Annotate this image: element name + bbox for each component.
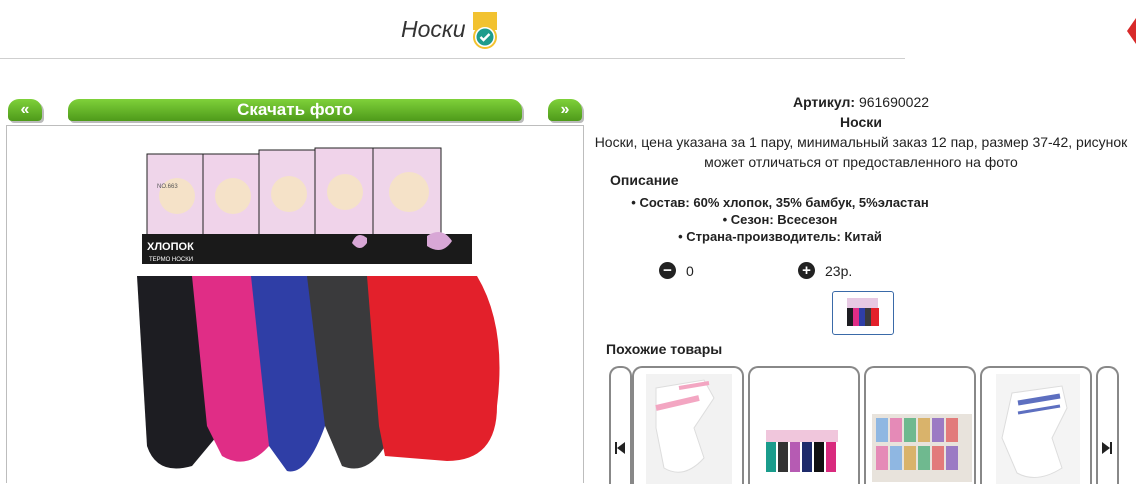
plus-icon[interactable]: + bbox=[798, 262, 815, 279]
quantity-stepper: − 0 bbox=[659, 262, 694, 279]
product-name: Носки bbox=[840, 114, 882, 130]
verified-badge-icon bbox=[473, 12, 497, 49]
photo-thumbnail[interactable] bbox=[832, 291, 894, 335]
feature-composition: Состав: 60% хлопок, 35% бамбук, 5%эласта… bbox=[610, 194, 950, 211]
carousel-prev-button[interactable] bbox=[609, 366, 632, 484]
similar-item-image bbox=[764, 428, 850, 480]
prev-photo-button[interactable]: « bbox=[8, 99, 42, 121]
similar-item-image bbox=[996, 374, 1080, 484]
page-title: Носки bbox=[401, 16, 466, 42]
similar-item-card[interactable] bbox=[980, 366, 1092, 484]
next-photo-button[interactable]: » bbox=[548, 99, 582, 121]
feature-list: Состав: 60% хлопок, 35% бамбук, 5%эласта… bbox=[610, 194, 950, 245]
thumbnail-image bbox=[847, 298, 879, 326]
feature-season: Сезон: Всесезон bbox=[610, 211, 950, 228]
similar-item-card[interactable] bbox=[864, 366, 976, 484]
similar-item-image bbox=[646, 374, 732, 484]
article-row: Артикул: 961690022 bbox=[586, 92, 1136, 112]
article-label: Артикул: bbox=[792, 94, 856, 110]
price-block: + 23р. bbox=[798, 262, 852, 279]
similar-item-card[interactable] bbox=[632, 366, 744, 484]
product-description: Носки, цена указана за 1 пару, минимальн… bbox=[594, 134, 1128, 170]
similar-item-card[interactable] bbox=[748, 366, 860, 484]
product-photo[interactable]: ХЛОПОК ТЕРМО НОСКИ 37-42 NO.663 bbox=[6, 125, 584, 483]
download-photo-button[interactable]: Скачать фото bbox=[68, 99, 522, 121]
skip-left-icon bbox=[615, 442, 625, 454]
similar-products-title: Похожие товары bbox=[606, 341, 723, 357]
feature-country: Страна-производитель: Китай bbox=[610, 228, 950, 245]
details-title: Описание bbox=[610, 172, 679, 188]
photo-label-brand: ХЛОПОК bbox=[147, 241, 194, 253]
similar-item-image bbox=[872, 414, 972, 482]
product-info: Артикул: 961690022 Носки Носки, цена ука… bbox=[586, 92, 1136, 172]
carousel-next-button[interactable] bbox=[1096, 366, 1119, 484]
article-value: 961690022 bbox=[858, 94, 930, 110]
minus-icon[interactable]: − bbox=[659, 262, 676, 279]
corner-decoration-icon bbox=[1127, 18, 1136, 44]
photo-label-sub: ТЕРМО НОСКИ bbox=[149, 257, 193, 263]
quantity-value: 0 bbox=[686, 262, 694, 279]
title-bar: Носки bbox=[0, 0, 905, 59]
skip-right-icon bbox=[1102, 442, 1112, 454]
price-value: 23р. bbox=[825, 262, 853, 279]
socks-photo-image: ХЛОПОК ТЕРМО НОСКИ 37-42 NO.663 bbox=[137, 147, 500, 472]
photo-label-no: NO.663 bbox=[157, 184, 178, 190]
photo-label-size: 37-42 bbox=[155, 265, 171, 271]
